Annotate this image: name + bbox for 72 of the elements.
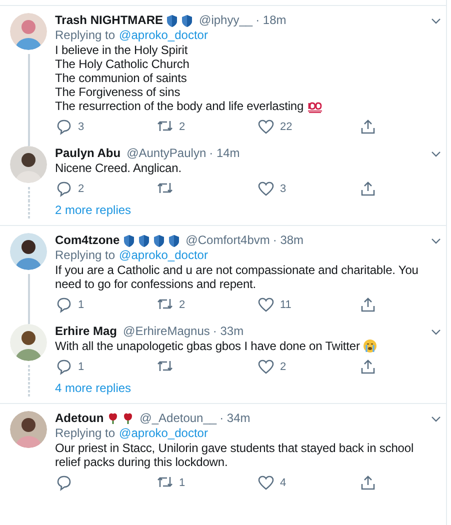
tweet-text: I believe in the Holy Spirit [55, 43, 188, 57]
avatar[interactable] [10, 324, 47, 361]
mention-link[interactable]: @aproko_doctor [119, 248, 208, 263]
more-replies-link[interactable]: 2 more replies [51, 201, 132, 219]
share-icon[interactable] [359, 296, 377, 314]
timestamp[interactable]: · 18m [256, 13, 286, 28]
rose-icon [122, 412, 134, 426]
timestamp[interactable]: · 34m [220, 411, 250, 426]
user-name: Com4tzone [55, 233, 120, 248]
shield-icon [168, 234, 180, 248]
tweet-text: With all the unapologetic gbas gbos I have done on Twitter [55, 339, 360, 353]
retweet-count: 1 [179, 477, 186, 489]
tweet-text: The Forgiveness of sins [55, 85, 180, 99]
replying-label: Replying to [55, 28, 116, 43]
reply-icon[interactable] [55, 296, 73, 314]
user-name: Erhire Mag [55, 324, 118, 339]
user-name: Paulyn Abu [55, 146, 121, 161]
replying-label: Replying to [55, 248, 116, 263]
like-count: 2 [280, 361, 286, 373]
reply-count: 2 [78, 183, 84, 195]
mention-link[interactable]: @aproko_doctor [119, 426, 208, 441]
like-count: 3 [280, 183, 286, 195]
retweet-count: 2 [179, 299, 186, 311]
tweet-text: Our priest in Stacc, Unilorin gave students that stayed back in school relief packs during this lockdown. [55, 441, 415, 469]
tweet-text: Nicene Creed. Anglican. [55, 161, 182, 175]
reply-icon[interactable] [55, 358, 73, 376]
avatar[interactable] [10, 411, 47, 448]
timestamp[interactable]: · 14m [209, 146, 240, 161]
share-icon[interactable] [359, 358, 377, 376]
heart-icon[interactable] [257, 118, 275, 136]
more-replies-link[interactable]: 4 more replies [51, 379, 132, 397]
shield-icon [181, 14, 194, 28]
heart-icon[interactable] [257, 474, 275, 492]
user-handle[interactable]: @iphyy__ [199, 13, 253, 28]
avatar[interactable] [10, 146, 47, 183]
shield-icon [152, 234, 165, 248]
crying-face-icon [362, 339, 377, 353]
reply-icon[interactable] [55, 118, 73, 136]
tweet-text: If you are a Catholic and u are not compassionate and charitable. You need to go for confessions and repent. [55, 263, 420, 291]
replying-label: Replying to [55, 426, 116, 441]
mention-link[interactable]: @aproko_doctor [119, 28, 208, 43]
reply-count: 1 [78, 299, 84, 311]
user-handle[interactable]: @Comfort4bvm [186, 233, 270, 248]
share-icon[interactable] [359, 180, 377, 198]
like-count: 4 [280, 477, 286, 489]
heart-icon[interactable] [257, 180, 275, 198]
user-handle[interactable]: @ErhireMagnus [123, 324, 210, 339]
timestamp[interactable]: · 38m [272, 233, 304, 248]
user-name: Trash NIGHTMARE [55, 13, 164, 28]
share-icon[interactable] [359, 474, 377, 492]
heart-icon[interactable] [257, 358, 275, 376]
like-count: 22 [280, 121, 292, 133]
reply-icon[interactable] [55, 180, 73, 198]
user-handle[interactable]: @_Adetoun__ [140, 411, 217, 426]
heart-icon[interactable] [257, 296, 275, 314]
tweet-text: The Holy Catholic Church [55, 57, 190, 71]
reply-count: 1 [78, 361, 84, 373]
tweet-text: The resurrection of the body and life everlasting [55, 99, 304, 113]
user-name: Adetoun [55, 411, 104, 426]
share-icon[interactable] [359, 118, 377, 136]
shield-icon [166, 14, 178, 28]
shield-icon [122, 234, 135, 248]
reply-icon[interactable] [55, 474, 73, 492]
retweet-count: 2 [179, 121, 186, 133]
avatar[interactable] [10, 233, 47, 270]
like-count: 11 [280, 299, 292, 311]
shield-icon [138, 234, 150, 248]
timestamp[interactable]: · 33m [212, 324, 244, 339]
user-handle[interactable]: @AuntyPaulyn [126, 146, 206, 161]
rose-icon [106, 412, 119, 426]
tweet-text: The communion of saints [55, 71, 187, 85]
reply-count: 3 [78, 121, 84, 133]
